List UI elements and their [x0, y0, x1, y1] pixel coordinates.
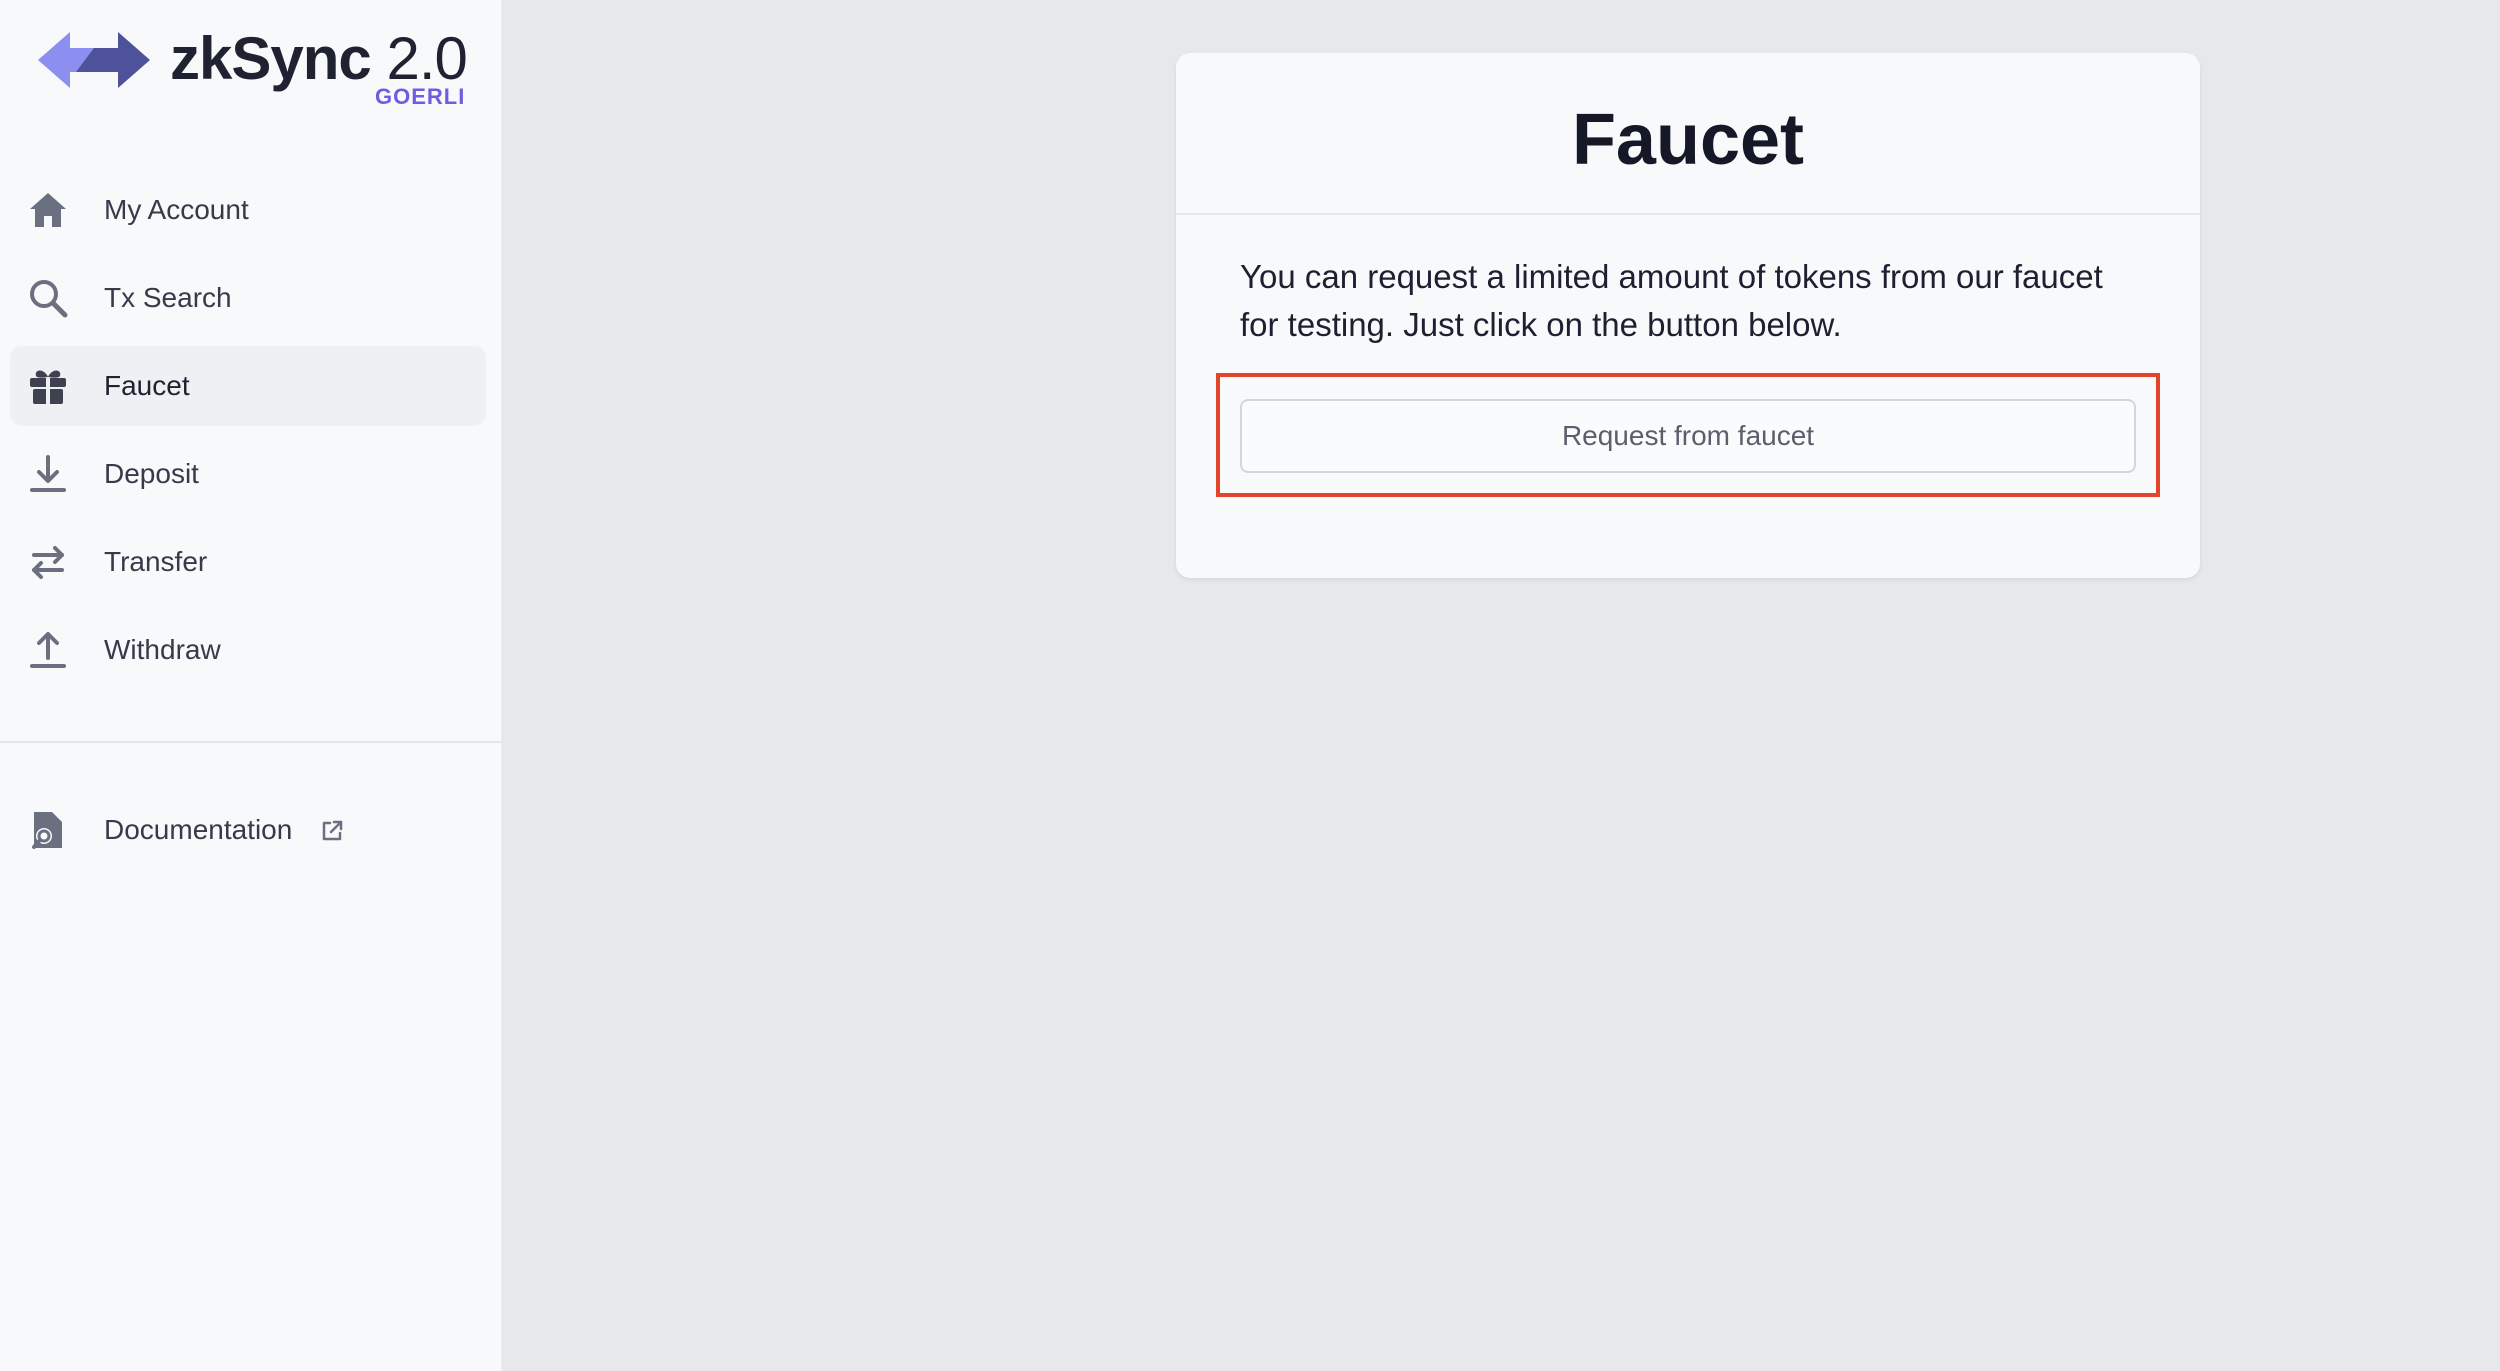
page-title: Faucet	[1571, 100, 1805, 180]
download-icon	[28, 454, 68, 494]
zksync-logo-icon	[38, 32, 150, 88]
sidebar-item-withdraw[interactable]: Withdraw	[10, 610, 486, 690]
upload-icon	[28, 630, 68, 670]
sidebar-item-my-account[interactable]: My Account	[10, 170, 486, 250]
sidebar-item-label: Transfer	[104, 546, 208, 577]
sidebar-item-label: Withdraw	[104, 634, 221, 665]
zksync-logo[interactable]: zkSync 2.0 GOERLI	[38, 24, 468, 116]
sidebar-item-deposit[interactable]: Deposit	[10, 434, 486, 514]
app: zkSync 2.0 GOERLI My Account Tx Search F…	[0, 0, 2500, 1371]
faucet-description: You can request a limited amount of toke…	[1240, 258, 2103, 343]
home-icon	[28, 190, 68, 230]
card-header: Faucet	[1176, 53, 2200, 215]
sidebar-item-tx-search[interactable]: Tx Search	[10, 258, 486, 338]
sidebar-item-transfer[interactable]: Transfer	[10, 522, 486, 602]
network-badge: GOERLI	[375, 84, 466, 109]
gift-icon	[28, 366, 68, 406]
request-from-faucet-button[interactable]: Request from faucet	[1240, 399, 2136, 473]
logo-text: zkSync 2.0	[170, 24, 468, 93]
sidebar-divider	[0, 741, 502, 743]
sidebar-item-label: Deposit	[104, 458, 199, 489]
documentation-label: Documentation	[104, 814, 293, 845]
sidebar-item-label: Tx Search	[104, 282, 232, 313]
transfer-icon	[28, 542, 68, 582]
external-link-icon	[322, 820, 343, 841]
sidebar-item-faucet[interactable]: Faucet	[10, 346, 486, 426]
sidebar-item-label: My Account	[104, 194, 249, 225]
sidebar-item-documentation[interactable]: Documentation	[10, 790, 486, 870]
sidebar-item-label: Faucet	[104, 370, 190, 401]
logo-version: 2.0	[386, 25, 467, 92]
sidebar: zkSync 2.0 GOERLI My Account Tx Search F…	[0, 0, 502, 1371]
sidebar-nav: My Account Tx Search Faucet Deposit Tran…	[10, 170, 486, 698]
faucet-card: Faucet You can request a limited amount …	[1176, 53, 2200, 578]
search-icon	[28, 278, 68, 318]
documentation-icon	[28, 810, 68, 850]
logo-brand: zkSync	[170, 25, 372, 92]
